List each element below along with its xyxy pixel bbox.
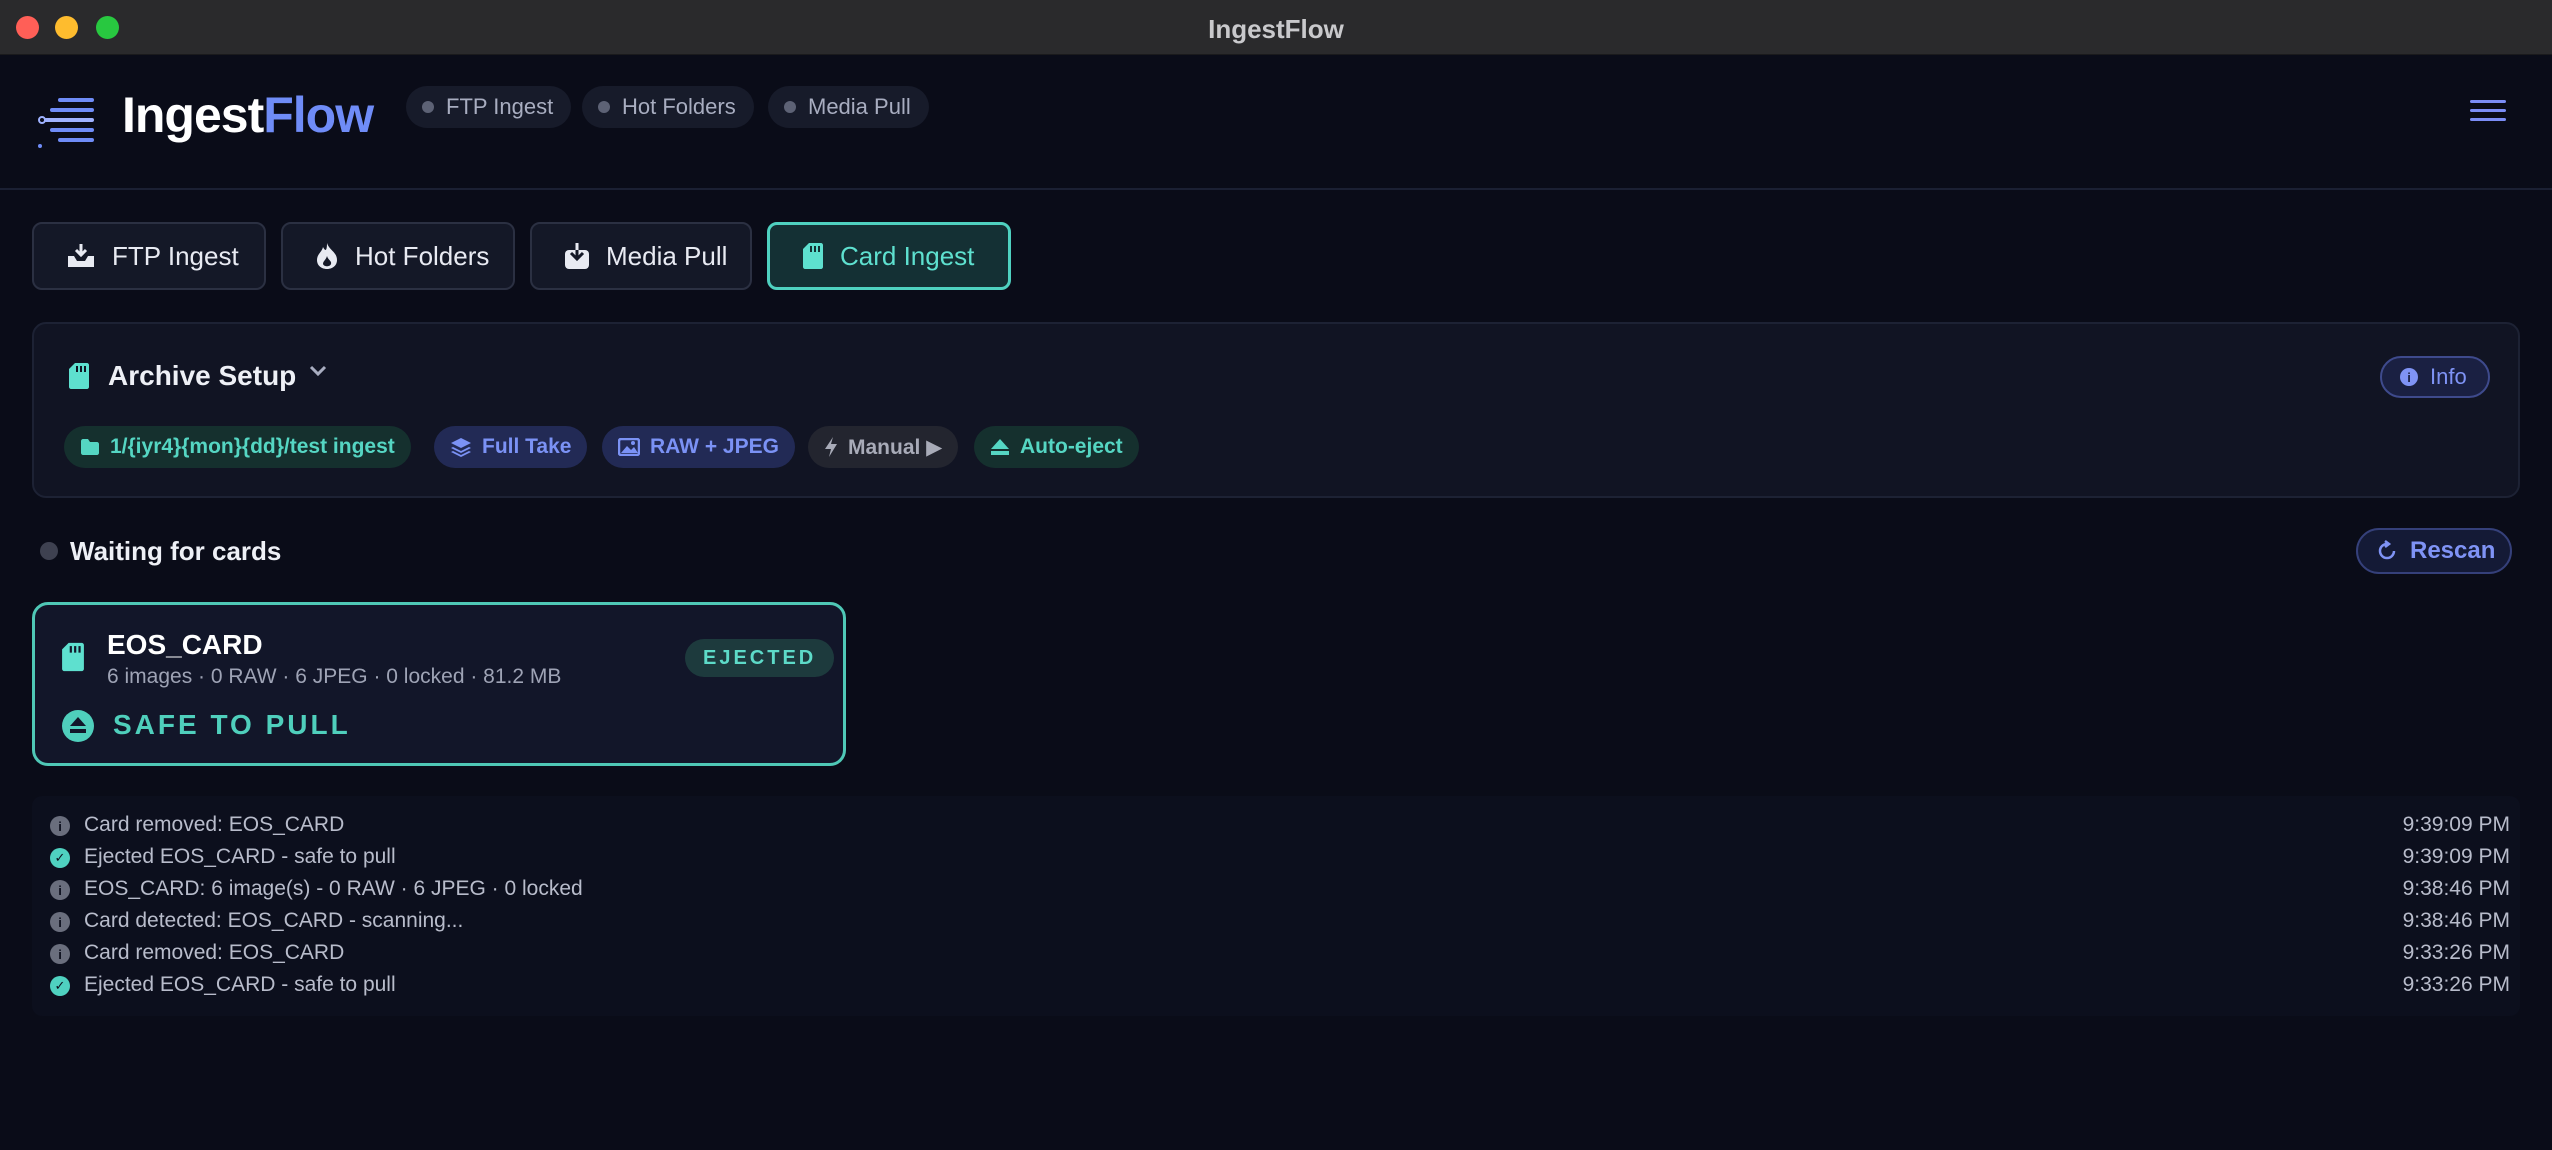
- tab-ftp-ingest[interactable]: FTP Ingest: [32, 222, 266, 290]
- log-row: i Card removed: EOS_CARD 9:39:09 PM: [50, 810, 2510, 842]
- log-row: i Card removed: EOS_CARD 9:33:26 PM: [50, 938, 2510, 970]
- status-dot-icon: [422, 101, 434, 113]
- archive-path-chip[interactable]: 1/{iyr4}{mon}{dd}/test ingest: [64, 426, 411, 468]
- status-indicator-icon: [40, 542, 58, 560]
- archive-setup-panel: Archive Setup i Info 1/{iyr4}{mon}{dd}/t…: [32, 322, 2520, 498]
- sd-card-icon: [69, 363, 89, 389]
- eject-circle-icon: [62, 710, 94, 742]
- checkmark-icon: ✓: [50, 848, 70, 868]
- download-icon: [565, 243, 589, 269]
- image-icon: [618, 438, 640, 456]
- info-icon: i: [50, 816, 70, 836]
- hamburger-menu-icon[interactable]: [2470, 100, 2506, 128]
- folder-icon: [81, 439, 99, 455]
- safe-to-pull-label: SAFE TO PULL: [113, 709, 351, 740]
- info-button[interactable]: i Info: [2380, 356, 2490, 398]
- log-row: ✓ Ejected EOS_CARD - safe to pull 9:33:2…: [50, 970, 2510, 1002]
- info-icon: i: [50, 944, 70, 964]
- app-header: IngestFlow FTP Ingest Hot Folders Media …: [0, 56, 2552, 190]
- nav-pill-ftp-ingest[interactable]: FTP Ingest: [406, 86, 572, 128]
- tab-card-ingest[interactable]: Card Ingest: [767, 222, 1011, 290]
- card-meta: 6 images · 0 RAW · 6 JPEG · 0 locked · 8…: [107, 665, 562, 688]
- refresh-icon: [2378, 540, 2396, 560]
- checkmark-icon: ✓: [50, 976, 70, 996]
- eject-icon: [991, 439, 1009, 455]
- nav-pill-hot-folders[interactable]: Hot Folders: [582, 86, 754, 128]
- rescan-button[interactable]: Rescan: [2356, 528, 2512, 574]
- status-dot-icon: [598, 101, 610, 113]
- card-name: EOS_CARD: [107, 629, 263, 660]
- window-titlebar: IngestFlow: [0, 0, 2552, 55]
- info-icon: i: [2400, 368, 2418, 386]
- sd-card-icon: [62, 642, 84, 672]
- status-dot-icon: [784, 101, 796, 113]
- window-title: IngestFlow: [1208, 14, 1344, 44]
- ingest-mode-chip[interactable]: Manual ▶: [808, 426, 959, 468]
- tab-media-pull[interactable]: Media Pull: [530, 222, 752, 290]
- layers-icon: [451, 438, 471, 457]
- sd-card-icon: [803, 243, 823, 269]
- flame-icon: [317, 243, 337, 269]
- app-logo-text: IngestFlow: [122, 87, 374, 143]
- log-row: ✓ Ejected EOS_CARD - safe to pull 9:39:0…: [50, 842, 2510, 874]
- file-format-chip[interactable]: RAW + JPEG: [602, 426, 795, 468]
- nav-pill-media-pull[interactable]: Media Pull: [768, 86, 929, 128]
- full-take-chip[interactable]: Full Take: [434, 426, 588, 468]
- lightning-icon: [825, 437, 837, 457]
- archive-setup-title[interactable]: Archive Setup: [108, 360, 296, 392]
- info-icon: i: [50, 912, 70, 932]
- activity-log: i Card removed: EOS_CARD 9:39:09 PM ✓ Ej…: [32, 796, 2520, 1016]
- tab-hot-folders[interactable]: Hot Folders: [281, 222, 515, 290]
- status-text: Waiting for cards: [70, 536, 282, 566]
- info-icon: i: [50, 880, 70, 900]
- card-item[interactable]: EOS_CARD 6 images · 0 RAW · 6 JPEG · 0 l…: [32, 602, 846, 766]
- auto-eject-chip[interactable]: Auto-eject: [974, 426, 1139, 468]
- status-badge: EJECTED: [685, 639, 835, 677]
- inbox-tray-icon: [68, 244, 94, 267]
- log-row: i Card detected: EOS_CARD - scanning... …: [50, 906, 2510, 938]
- logo-icon: [38, 98, 94, 148]
- chevron-down-icon[interactable]: [308, 364, 328, 378]
- log-row: i EOS_CARD: 6 image(s) - 0 RAW · 6 JPEG …: [50, 874, 2510, 906]
